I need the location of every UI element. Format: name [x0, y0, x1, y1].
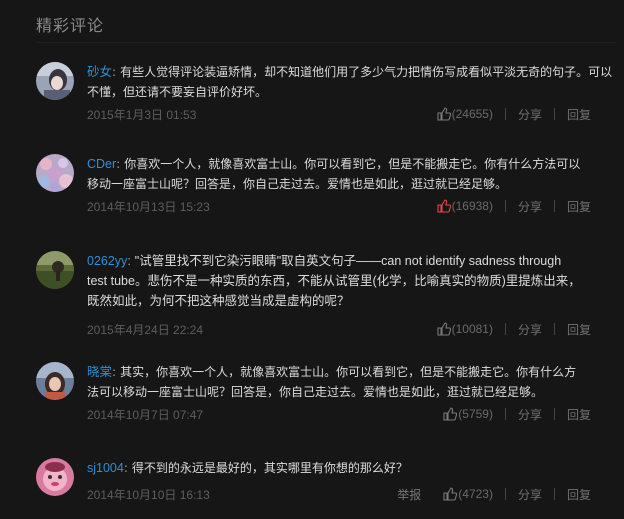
comment-text: "试管里找不到它染污眼睛"取自英文句子——can not identify sa…: [87, 254, 581, 308]
like-count: (16938): [451, 199, 493, 213]
landscape-avatar-icon[interactable]: [36, 251, 74, 289]
like-button[interactable]: (24655): [437, 107, 493, 121]
comment-meta: 2014年10月13日 15:23 (16938) 分享 回复: [87, 196, 591, 216]
comment-meta: 2015年4月24日 22:24 (10081) 分享 回复: [87, 319, 591, 339]
username-colon: :: [112, 65, 117, 79]
reply-button[interactable]: 回复: [567, 406, 591, 423]
share-button[interactable]: 分享: [518, 486, 542, 503]
comment-timestamp: 2015年1月3日 01:53: [87, 108, 197, 122]
comment-text: 有些人觉得评论装逼矫情，却不知道他们用了多少气力把情伤写成看似平淡无奇的句子。可…: [87, 65, 613, 99]
like-button[interactable]: (4723): [443, 487, 493, 501]
comment-text: 其实，你喜欢一个人，就像喜欢富士山。你可以看到它，但是不能搬走它。你有什么方法可…: [87, 365, 577, 399]
like-button[interactable]: (5759): [443, 407, 493, 421]
action-separator: [553, 108, 555, 120]
thumbs-up-icon: [437, 199, 451, 213]
comment-timestamp: 2015年4月24日 22:24: [87, 323, 204, 337]
comment-username[interactable]: 砂女: [87, 65, 112, 79]
username-colon: :: [123, 461, 128, 475]
portrait-avatar-icon[interactable]: [36, 62, 74, 100]
username-colon: :: [127, 254, 131, 268]
share-button[interactable]: 分享: [518, 198, 542, 215]
comment-actions: 举报 (4723) 分享 回复: [397, 484, 591, 504]
comment-username[interactable]: 晓棠: [87, 365, 112, 379]
thumbs-up-icon: [443, 407, 458, 421]
action-separator: [504, 323, 506, 335]
reply-button[interactable]: 回复: [567, 106, 591, 123]
like-button[interactable]: (10081): [437, 322, 493, 336]
comment-actions: (24655) 分享 回复: [437, 104, 591, 124]
comment-text: 得不到的永远是最好的，其实哪里有你想的那么好？: [131, 461, 408, 475]
like-count: (10081): [451, 322, 493, 336]
like-count: (4723): [458, 487, 493, 501]
character-avatar-icon[interactable]: [36, 362, 74, 400]
action-separator: [553, 323, 555, 335]
hot-comments-panel: 精彩评论 砂女: 有些人觉得评论装逼矫情，却不知道他们用了多少气力把情伤写成看似平…: [0, 0, 624, 519]
action-separator: [504, 108, 506, 120]
section-divider: [36, 42, 616, 43]
like-button[interactable]: (16938): [437, 199, 493, 213]
comment-username[interactable]: CDer: [87, 157, 116, 171]
thumbs-up-icon: [437, 107, 451, 121]
comment-meta: 2014年10月10日 16:13 举报 (4723) 分享 回复: [87, 484, 591, 504]
comment-actions: (10081) 分享 回复: [437, 319, 591, 339]
comment-username[interactable]: 0262yy: [87, 254, 127, 268]
action-separator: [553, 200, 555, 212]
share-button[interactable]: 分享: [518, 406, 542, 423]
report-button[interactable]: 举报: [397, 486, 421, 503]
action-separator: [504, 200, 506, 212]
share-button[interactable]: 分享: [518, 106, 542, 123]
action-separator: [553, 408, 555, 420]
comment-actions: (16938) 分享 回复: [437, 196, 591, 216]
share-button[interactable]: 分享: [518, 321, 542, 338]
reply-button[interactable]: 回复: [567, 321, 591, 338]
username-colon: :: [112, 365, 117, 379]
thumbs-up-icon: [437, 322, 451, 336]
comment-username[interactable]: sj1004: [87, 461, 124, 475]
action-separator: [553, 488, 555, 500]
reply-button[interactable]: 回复: [567, 198, 591, 215]
comment-timestamp: 2014年10月13日 15:23: [87, 200, 210, 214]
comment-text: 你喜欢一个人，就像喜欢富士山。你可以看到它，但是不能搬走它。你有什么方法可以移动…: [87, 157, 581, 191]
comment-timestamp: 2014年10月10日 16:13: [87, 488, 210, 502]
comment-timestamp: 2014年10月7日 07:47: [87, 408, 204, 422]
like-count: (24655): [451, 107, 493, 121]
comment-meta: 2015年1月3日 01:53 (24655) 分享 回复: [87, 104, 591, 124]
thumbs-up-icon: [443, 487, 458, 501]
action-separator: [504, 488, 506, 500]
cartoon-avatar-icon[interactable]: [36, 458, 74, 496]
comment-actions: (5759) 分享 回复: [443, 404, 591, 424]
floral-avatar-icon[interactable]: [36, 154, 74, 192]
comment-meta: 2014年10月7日 07:47 (5759) 分享 回复: [87, 404, 591, 424]
username-colon: :: [116, 157, 121, 171]
like-count: (5759): [458, 407, 493, 421]
reply-button[interactable]: 回复: [567, 486, 591, 503]
section-title: 精彩评论: [36, 16, 105, 35]
action-separator: [504, 408, 506, 420]
